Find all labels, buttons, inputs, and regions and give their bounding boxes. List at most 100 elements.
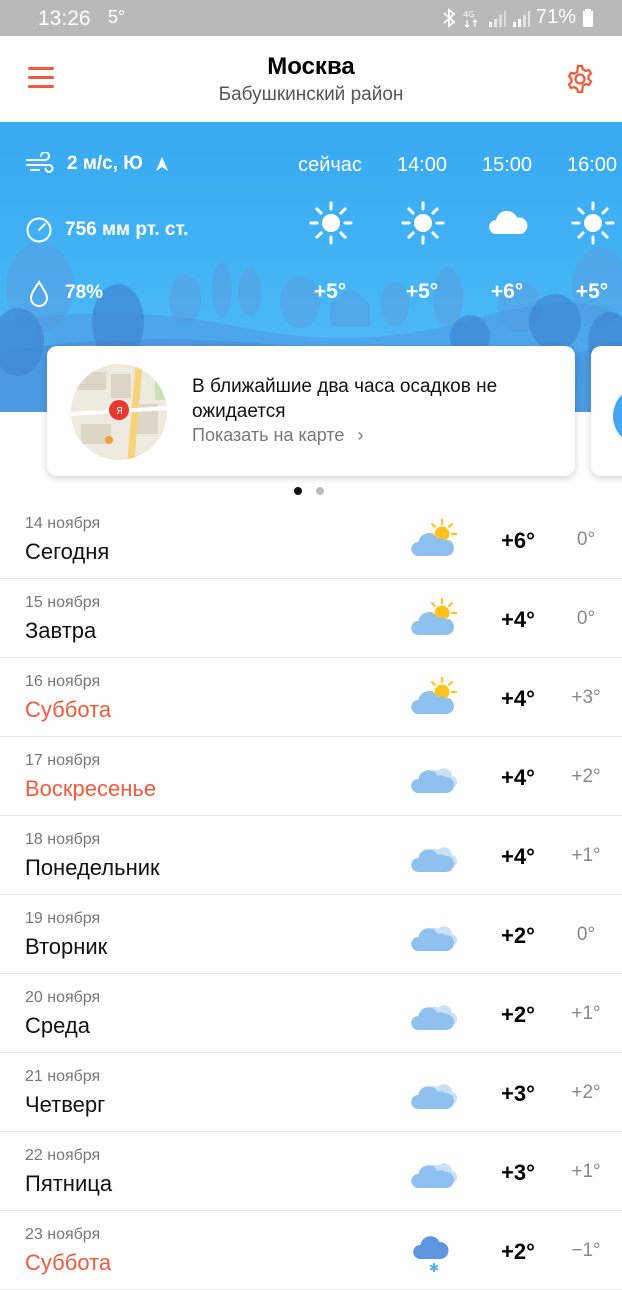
gear-icon[interactable] bbox=[565, 64, 595, 94]
pager-dot-2[interactable] bbox=[316, 487, 324, 495]
forecast-date: 18 ноября bbox=[25, 831, 101, 848]
next-card-peek[interactable] bbox=[591, 346, 622, 476]
battery-percent: 71% bbox=[535, 6, 576, 28]
forecast-row[interactable]: 19 ноября Вторник +2° 0° bbox=[0, 895, 622, 974]
forecast-max-temp: +3° bbox=[501, 1081, 535, 1106]
svg-text:4G: 4G bbox=[463, 10, 474, 19]
carousel-pager bbox=[294, 487, 324, 495]
map-thumbnail[interactable]: Я bbox=[71, 364, 167, 460]
forecast-row[interactable]: 22 ноября Пятница +3° +1° bbox=[0, 1132, 622, 1211]
humidity-info: 78% bbox=[25, 279, 103, 307]
forecast-max-temp: +3° bbox=[501, 1160, 535, 1185]
forecast-date: 16 ноября bbox=[25, 673, 101, 690]
daily-forecast-list: 14 ноября Сегодня +6° 0° 15 ноября Завтра +4° 0… bbox=[0, 500, 622, 1290]
snow-icon: ✱ bbox=[410, 1229, 460, 1275]
city-title[interactable]: Москва bbox=[0, 53, 622, 81]
4g-icon: 4G bbox=[463, 10, 478, 28]
wind-direction-icon bbox=[155, 157, 168, 171]
forecast-min-temp: 0° bbox=[576, 924, 596, 945]
hourly-time: 15:00 bbox=[481, 154, 533, 176]
forecast-date: 20 ноября bbox=[25, 989, 101, 1006]
forecast-row[interactable]: 20 ноября Среда +2° +1° bbox=[0, 974, 622, 1053]
forecast-date: 23 ноября bbox=[25, 1226, 101, 1243]
forecast-min-temp: +1° bbox=[571, 845, 601, 866]
svg-text:Я: Я bbox=[116, 406, 123, 417]
forecast-row[interactable]: 14 ноября Сегодня +6° 0° bbox=[0, 500, 622, 579]
forecast-date: 21 ноября bbox=[25, 1068, 101, 1085]
forecast-row[interactable]: 16 ноября Суббота +4° +3° bbox=[0, 658, 622, 737]
battery-icon bbox=[583, 8, 593, 27]
wind-value: 2 м/с, Ю bbox=[67, 153, 143, 174]
hourly-item[interactable]: 16:00 +5° bbox=[552, 122, 622, 322]
partly-cloudy-icon bbox=[410, 676, 460, 720]
wind-icon bbox=[26, 152, 54, 173]
hourly-temperature: +5° bbox=[575, 280, 609, 303]
hourly-time: 14:00 bbox=[396, 154, 448, 176]
bluetooth-icon bbox=[443, 7, 456, 28]
forecast-day-name: Завтра bbox=[25, 618, 97, 643]
forecast-min-temp: +2° bbox=[571, 1082, 601, 1103]
forecast-max-temp: +4° bbox=[501, 607, 535, 632]
precipitation-card[interactable]: Я В ближайшие два часа осадков не ожидае… bbox=[47, 346, 575, 476]
forecast-min-temp: 0° bbox=[576, 529, 596, 550]
forecast-max-temp: +2° bbox=[501, 1239, 535, 1264]
forecast-row[interactable]: 18 ноября Понедельник +4° +1° bbox=[0, 816, 622, 895]
status-temperature: 5° bbox=[108, 7, 126, 27]
humidity-drop-icon bbox=[29, 280, 49, 307]
hourly-time: 16:00 bbox=[566, 154, 618, 176]
status-bar: 13:26 5° 4G 71% bbox=[0, 0, 622, 36]
precipitation-message: В ближайшие два часа осадков не ожидаетс… bbox=[192, 376, 498, 422]
cloudy-icon bbox=[410, 1150, 460, 1194]
hourly-temperature: +5° bbox=[405, 280, 439, 303]
cloudy-icon bbox=[410, 834, 460, 878]
forecast-max-temp: +2° bbox=[501, 923, 535, 948]
forecast-max-temp: +4° bbox=[501, 844, 535, 869]
forecast-min-temp: +2° bbox=[571, 766, 601, 787]
hourly-item[interactable]: 14:00 +5° bbox=[382, 122, 462, 322]
forecast-day-name: Четверг bbox=[25, 1092, 106, 1117]
svg-text:✱: ✱ bbox=[429, 1261, 439, 1273]
forecast-day-name: Сегодня bbox=[25, 539, 110, 564]
pressure-gauge-icon bbox=[26, 217, 52, 243]
signal-icon bbox=[512, 10, 530, 27]
forecast-min-temp: −1° bbox=[571, 1240, 601, 1261]
forecast-day-name: Вторник bbox=[25, 934, 108, 959]
forecast-date: 17 ноября bbox=[25, 752, 101, 769]
cloudy-icon bbox=[410, 1071, 460, 1115]
forecast-day-name: Суббота bbox=[25, 697, 112, 722]
signal-icon bbox=[488, 10, 506, 27]
pressure-value: 756 мм рт. ст. bbox=[65, 219, 189, 240]
forecast-row[interactable]: 23 ноября Суббота ✱ +2° −1° bbox=[0, 1211, 622, 1290]
forecast-day-name: Суббота bbox=[25, 1250, 112, 1275]
hourly-temperature: +5° bbox=[313, 280, 347, 303]
forecast-min-temp: 0° bbox=[576, 608, 596, 629]
forecast-date: 19 ноября bbox=[25, 910, 101, 927]
district-subtitle[interactable]: Бабушкинский район bbox=[0, 84, 622, 106]
app-header: Москва Бабушкинский район bbox=[0, 36, 622, 122]
humidity-value: 78% bbox=[65, 282, 104, 303]
pager-dot-1[interactable] bbox=[294, 487, 302, 495]
show-on-map-link[interactable]: Показать на карте › bbox=[192, 425, 363, 446]
status-time: 13:26 bbox=[38, 7, 91, 30]
forecast-min-temp: +1° bbox=[571, 1003, 601, 1024]
forecast-row[interactable]: 17 ноября Воскресенье +4° +2° bbox=[0, 737, 622, 816]
cloudy-icon bbox=[410, 913, 460, 957]
hourly-item[interactable]: сейчас +5° bbox=[290, 122, 370, 322]
forecast-day-name: Пятница bbox=[25, 1171, 113, 1196]
forecast-row[interactable]: 21 ноября Четверг +3° +2° bbox=[0, 1053, 622, 1132]
hourly-item[interactable]: 15:00 +6° bbox=[467, 122, 547, 322]
partly-cloudy-icon bbox=[410, 518, 460, 562]
hourly-time: сейчас bbox=[298, 154, 362, 176]
forecast-day-name: Понедельник bbox=[25, 855, 160, 880]
forecast-min-temp: +3° bbox=[571, 687, 601, 708]
forecast-max-temp: +2° bbox=[501, 1002, 535, 1027]
show-on-map-label: Показать на карте bbox=[192, 425, 345, 445]
partly-cloudy-icon bbox=[410, 597, 460, 641]
forecast-row[interactable]: 15 ноября Завтра +4° 0° bbox=[0, 579, 622, 658]
forecast-date: 14 ноября bbox=[25, 515, 101, 532]
forecast-max-temp: +4° bbox=[501, 686, 535, 711]
forecast-day-name: Среда bbox=[25, 1013, 90, 1038]
forecast-max-temp: +4° bbox=[501, 765, 535, 790]
chevron-right-icon: › bbox=[357, 425, 364, 445]
forecast-day-name: Воскресенье bbox=[25, 776, 157, 801]
